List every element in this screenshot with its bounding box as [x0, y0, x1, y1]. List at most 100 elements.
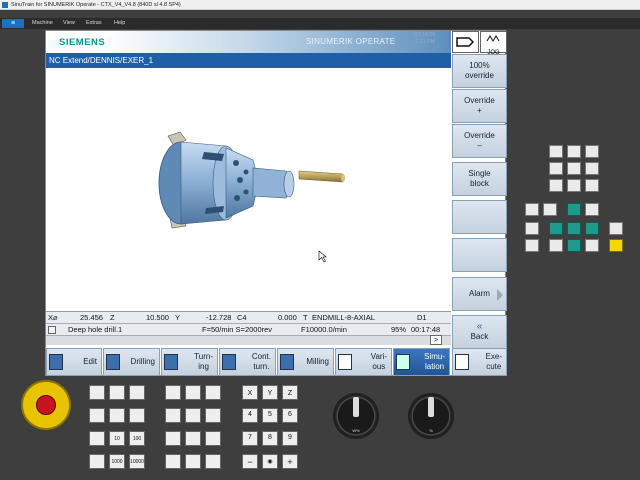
rapid-traverse-key[interactable]: ◉ — [262, 454, 278, 469]
increment-10-key[interactable]: 10 — [109, 431, 125, 446]
page-up-key[interactable] — [549, 179, 563, 192]
next-softkeys-button[interactable]: > — [430, 335, 442, 345]
var-increment-key[interactable] — [109, 408, 125, 423]
softkey-drilling[interactable]: Drilling — [103, 348, 160, 376]
softkey-edit[interactable]: Edit — [46, 348, 102, 376]
alarm-key[interactable] — [567, 162, 581, 175]
help-key[interactable] — [525, 239, 539, 252]
header-gradient — [106, 31, 451, 53]
arrow-down-key[interactable] — [567, 239, 581, 252]
menu-extras[interactable]: Extras — [86, 18, 102, 29]
alarm-cancel-key[interactable] — [525, 203, 539, 216]
softkey-label: Cont. — [251, 352, 271, 361]
increment-10000-key[interactable]: 10000 — [129, 454, 145, 469]
axis-5-key[interactable]: 5 — [262, 408, 278, 423]
softkey-back[interactable]: «Back — [452, 315, 507, 349]
softkey-label: override — [465, 71, 494, 80]
jog-key[interactable] — [89, 385, 105, 400]
axis-x-key[interactable]: X — [242, 385, 258, 400]
axis-z-key[interactable]: Z — [282, 385, 298, 400]
simulation-view[interactable] — [46, 68, 451, 311]
user-key-2[interactable] — [185, 385, 201, 400]
ref-point-key[interactable] — [129, 385, 145, 400]
axis-y-key[interactable]: Y — [262, 385, 278, 400]
softkey-single-block[interactable]: Single block — [452, 162, 507, 196]
softkey-label: ous — [372, 362, 386, 371]
softkey-alarm[interactable]: Alarm — [452, 277, 507, 311]
axis-7-key[interactable]: 7 — [242, 431, 258, 446]
input-key[interactable] — [585, 239, 599, 252]
cycle-status-bar: Deep hole drill.1 F=50/min S=2000rev F10… — [46, 323, 451, 335]
axis-minus-key[interactable]: − — [242, 454, 258, 469]
position-status-bar: X⌀ 25.456 Z 10.500 Y -12.728 C4 0.000 T … — [46, 311, 451, 323]
user-key-8[interactable] — [185, 431, 201, 446]
end-key[interactable] — [549, 239, 563, 252]
softkey-contour-turning[interactable]: Cont. turn. — [219, 348, 276, 376]
datetime: 03/18/26 2:21 PM — [411, 32, 435, 46]
user-key-7[interactable] — [165, 431, 181, 446]
arrow-right-key[interactable] — [585, 222, 599, 235]
softkey-turning[interactable]: Turn-ing — [161, 348, 218, 376]
user-key-5[interactable] — [185, 408, 201, 423]
softkey-milling[interactable]: Milling — [277, 348, 334, 376]
axis-plus-key[interactable]: + — [282, 454, 298, 469]
softkey-100-override[interactable]: 100% override — [452, 54, 507, 88]
user-key-6[interactable] — [205, 408, 221, 423]
softkey-label: Override — [464, 131, 495, 140]
menu-select-key[interactable] — [585, 179, 599, 192]
jog-mode-key[interactable]: JOG — [480, 31, 507, 56]
menu-help[interactable]: Help — [114, 18, 125, 29]
arrow-left-key[interactable] — [549, 222, 563, 235]
user-key-1[interactable] — [165, 385, 181, 400]
drilling-icon — [106, 354, 120, 370]
user-key-12[interactable] — [205, 454, 221, 469]
softkey-empty-5[interactable] — [452, 200, 507, 234]
hamburger-menu-icon[interactable]: ≡ — [2, 19, 24, 28]
softkey-various[interactable]: Vari-ous — [335, 348, 392, 376]
increment-1000-key[interactable]: 1000 — [109, 454, 125, 469]
increment-key[interactable] — [129, 408, 145, 423]
page-down-key[interactable] — [567, 179, 581, 192]
user-key-10[interactable] — [165, 454, 181, 469]
arrow-up-key[interactable] — [567, 203, 581, 216]
emergency-stop-button[interactable] — [21, 380, 71, 430]
repos-key[interactable] — [109, 385, 125, 400]
program-manager-key[interactable] — [549, 162, 563, 175]
user-key-4[interactable] — [165, 408, 181, 423]
axis-8-key[interactable]: 8 — [262, 431, 278, 446]
user-key-9[interactable] — [205, 431, 221, 446]
mda-key[interactable] — [89, 454, 105, 469]
reset-key[interactable] — [609, 239, 623, 252]
menubar: ≡ Machine View Extras Help — [0, 18, 640, 29]
softkey-override-minus[interactable]: Override – — [452, 124, 507, 158]
channel-key[interactable] — [525, 222, 539, 235]
softkey-empty-6[interactable] — [452, 238, 507, 272]
increment-100-key[interactable]: 100 — [129, 431, 145, 446]
del-key[interactable] — [585, 203, 599, 216]
menu-view[interactable]: View — [63, 18, 75, 29]
axis-4-key[interactable]: 4 — [242, 408, 258, 423]
date-text: 03/18/26 — [414, 32, 436, 38]
user-key-3[interactable] — [205, 385, 221, 400]
softkey-label: Simu- — [424, 352, 445, 361]
cycle-key[interactable] — [609, 222, 623, 235]
softkey-override-plus[interactable]: Override + — [452, 89, 507, 123]
machine-key[interactable] — [549, 145, 563, 158]
feed-override-dial[interactable]: W% — [333, 393, 379, 439]
next-window-key[interactable] — [543, 203, 557, 216]
select-key[interactable] — [567, 222, 581, 235]
axis-9-key[interactable]: 9 — [282, 431, 298, 446]
axis-6-key[interactable]: 6 — [282, 408, 298, 423]
softkey-label: Turn- — [194, 352, 213, 361]
softkey-simulation[interactable]: Simu-lation — [393, 348, 450, 376]
machine-area-key[interactable] — [452, 31, 479, 53]
spindle-override-dial[interactable]: % — [408, 393, 454, 439]
teach-in-key[interactable] — [89, 408, 105, 423]
program-key[interactable] — [567, 145, 581, 158]
menu-machine[interactable]: Machine — [32, 18, 53, 29]
custom-key[interactable] — [585, 162, 599, 175]
auto-key[interactable] — [89, 431, 105, 446]
user-key-11[interactable] — [185, 454, 201, 469]
softkey-execute[interactable]: Exe-cute — [452, 348, 507, 376]
offset-key[interactable] — [585, 145, 599, 158]
